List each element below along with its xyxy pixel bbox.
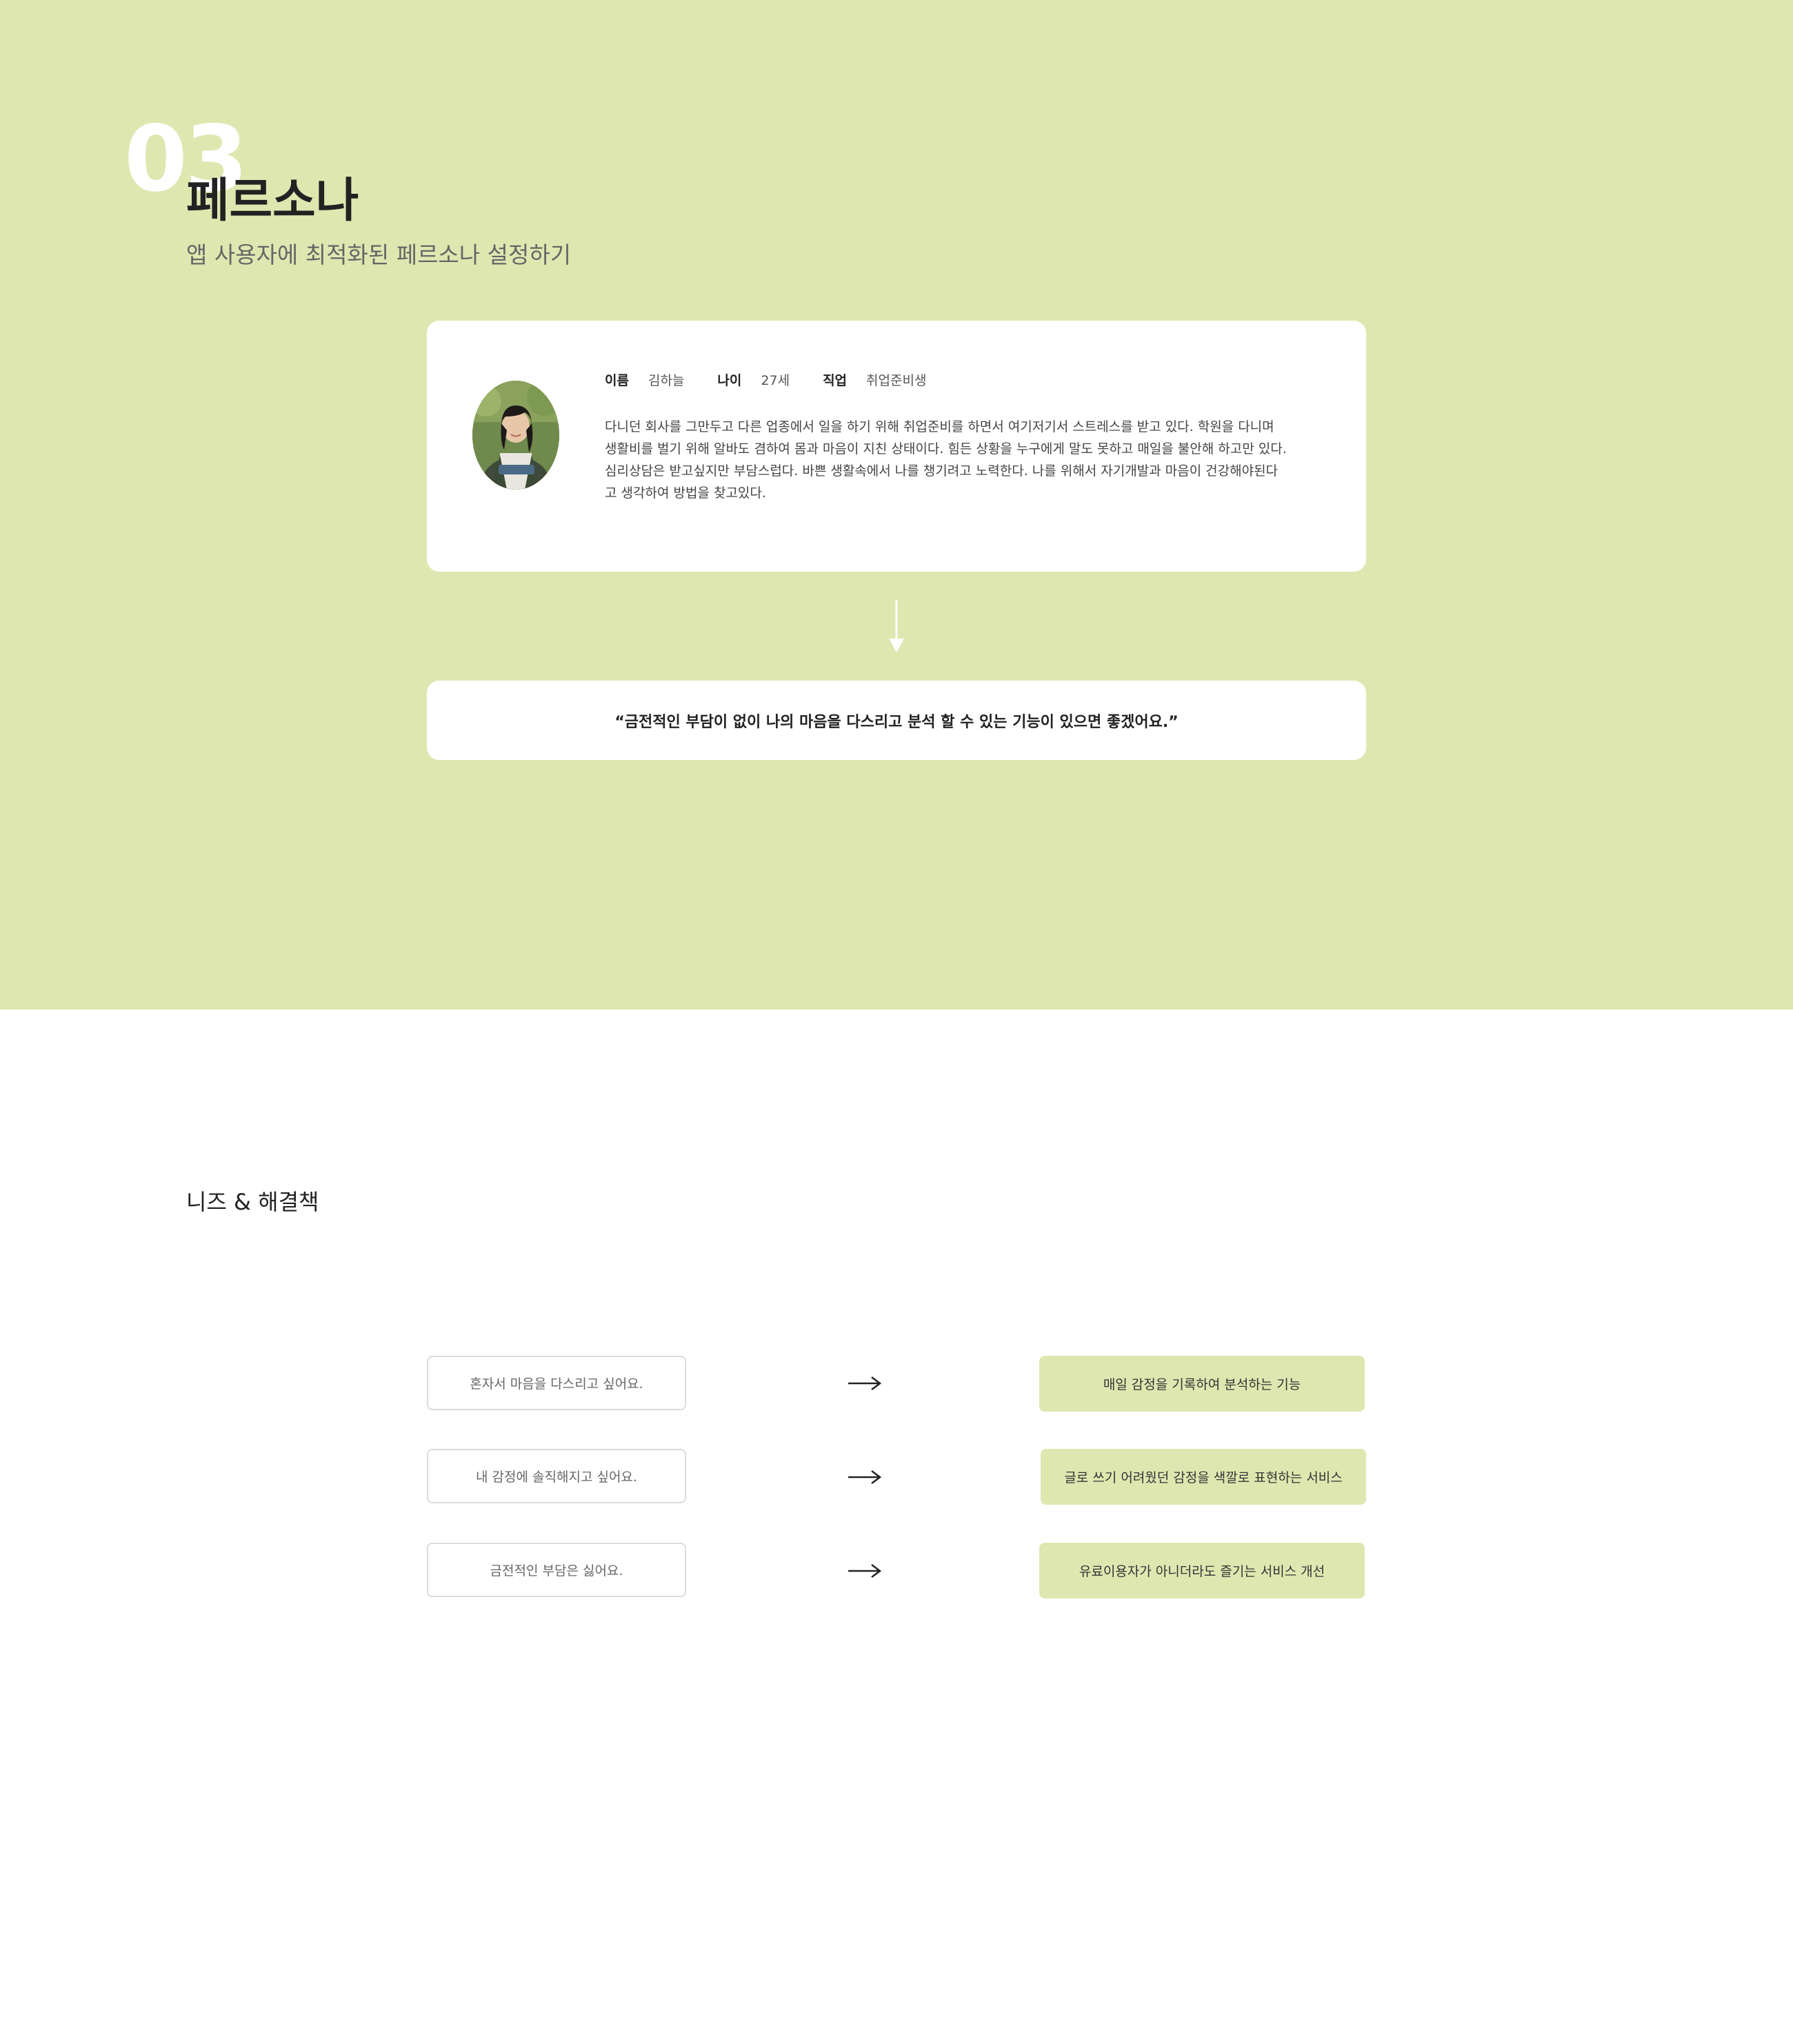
- description-line: 심리상담은 받고싶지만 부담스럽다. 바쁜 생활속에서 나를 챙기려고 노력한다…: [605, 463, 1279, 479]
- arrow-down-icon: [889, 600, 904, 652]
- description-line: 다니던 회사를 그만두고 다른 업종에서 일을 하기 위해 취업준비를 하면서 …: [605, 419, 1274, 434]
- solution-item: 유료이용자가 아니더라도 즐기는 서비스 개선: [1039, 1543, 1365, 1599]
- description-line: 생활비를 벌기 위해 알바도 겸하여 몸과 마음이 지친 상태이다. 힘든 상황…: [605, 441, 1287, 457]
- need-item: 혼자서 마음을 다스리고 싶어요.: [427, 1356, 686, 1410]
- age-label: 나이: [717, 373, 742, 388]
- avatar: [472, 381, 559, 490]
- needs-heading: 니즈 & 해결책: [186, 1189, 319, 1215]
- section-subtitle: 앱 사용자에 최적화된 페르소나 설정하기: [186, 241, 572, 268]
- arrow-right-icon: [848, 1376, 881, 1390]
- name-value: 김하늘: [648, 373, 685, 388]
- persona-description: 다니던 회사를 그만두고 다른 업종에서 일을 하기 위해 취업준비를 하면서 …: [605, 416, 1308, 504]
- solution-item: 글로 쓰기 어려웠던 감정을 색깔로 표현하는 서비스: [1041, 1449, 1366, 1505]
- job-value: 취업준비생: [866, 373, 927, 388]
- arrow-right-icon: [848, 1470, 881, 1484]
- arrow-right-icon: [848, 1564, 881, 1578]
- persona-card: 이름 김하늘 나이 27세 직업 취업준비생 다니던 회사를 그만두고 다른 업…: [427, 321, 1366, 572]
- need-item: 금전적인 부담은 싫어요.: [427, 1543, 686, 1597]
- description-line: 고 생각하여 방법을 찾고있다.: [605, 485, 766, 501]
- persona-photo-icon: [472, 381, 559, 490]
- persona-info-row: 이름 김하늘 나이 27세 직업 취업준비생: [605, 370, 926, 389]
- age-value: 27세: [761, 373, 790, 388]
- solution-item: 매일 감정을 기록하여 분석하는 기능: [1039, 1356, 1365, 1412]
- section-title: 페르소나: [186, 174, 359, 228]
- quote-card: “금전적인 부담이 없이 나의 마음을 다스리고 분석 할 수 있는 기능이 있…: [427, 681, 1366, 760]
- name-label: 이름: [605, 373, 629, 388]
- persona-quote: “금전적인 부담이 없이 나의 마음을 다스리고 분석 할 수 있는 기능이 있…: [614, 713, 1179, 731]
- page: 03 페르소나 앱 사용자에 최적화된 페르소나 설정하기 이름 김하늘 나이 …: [0, 0, 1793, 2044]
- job-label: 직업: [823, 373, 848, 388]
- need-item: 내 감정에 솔직해지고 싶어요.: [427, 1449, 686, 1503]
- persona-section: 03 페르소나 앱 사용자에 최적화된 페르소나 설정하기 이름 김하늘 나이 …: [0, 0, 1793, 1010]
